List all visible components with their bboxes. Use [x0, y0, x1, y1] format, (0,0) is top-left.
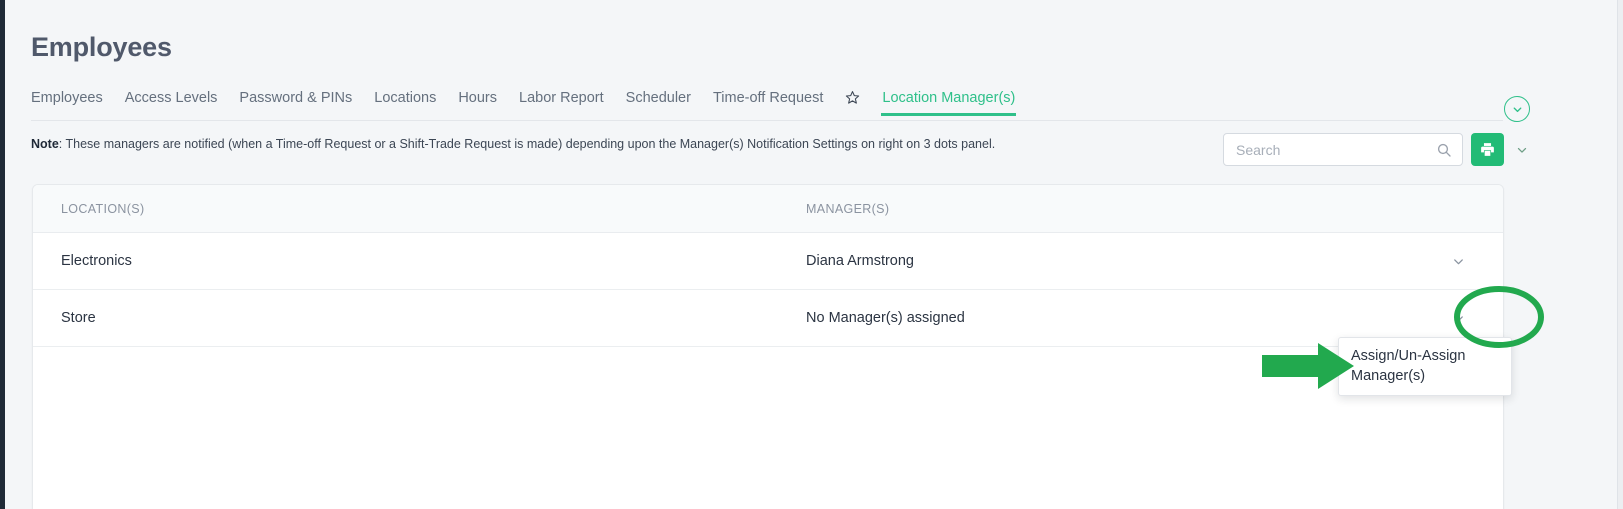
right-panel-edge [1618, 0, 1623, 509]
tab-password-pins[interactable]: Password & PINs [239, 90, 352, 115]
chevron-down-icon [1453, 315, 1463, 321]
search-icon[interactable] [1436, 142, 1462, 158]
table-empty-area [33, 347, 1503, 507]
cell-location: Electronics [61, 253, 132, 269]
note-text: Note: These managers are notified (when … [31, 137, 995, 151]
chevron-down-icon [1513, 106, 1521, 112]
chevron-down-icon [1453, 258, 1463, 264]
tab-employees[interactable]: Employees [31, 90, 103, 115]
expand-panel-button[interactable] [1504, 96, 1530, 122]
tab-scheduler[interactable]: Scheduler [626, 90, 691, 115]
row-context-menu: Assign/Un-Assign Manager(s) [1338, 337, 1512, 396]
page-container: Employees Employees Access Levels Passwo… [5, 0, 1618, 509]
tab-hours[interactable]: Hours [458, 90, 497, 115]
page-title: Employees [31, 32, 172, 62]
locations-table-card: LOCATION(S) MANAGER(S) Electronics Diana… [32, 184, 1504, 509]
tab-labor-report[interactable]: Labor Report [519, 90, 604, 115]
chevron-down-icon [1517, 147, 1527, 153]
row-menu-button[interactable] [1413, 311, 1503, 326]
tab-access-levels[interactable]: Access Levels [125, 90, 218, 115]
star-icon[interactable] [845, 90, 860, 105]
note-label: Note [31, 137, 59, 151]
tab-favorite-star[interactable] [845, 90, 860, 114]
note-body: : These managers are notified (when a Ti… [58, 137, 996, 151]
column-header-managers: MANAGER(S) [806, 201, 890, 216]
tab-locations[interactable]: Locations [374, 90, 436, 115]
search-box[interactable] [1223, 133, 1463, 166]
column-header-locations: LOCATION(S) [61, 201, 145, 216]
screen-root: Employees Employees Access Levels Passwo… [0, 0, 1623, 509]
tab-time-off-request[interactable]: Time-off Request [713, 90, 823, 115]
table-row[interactable]: Electronics Diana Armstrong [33, 233, 1503, 290]
table-row[interactable]: Store No Manager(s) assigned [33, 290, 1503, 347]
table-header-row: LOCATION(S) MANAGER(S) [33, 185, 1503, 233]
cell-manager: Diana Armstrong [806, 253, 914, 269]
search-input[interactable] [1224, 134, 1436, 165]
tab-bar: Employees Access Levels Password & PINs … [31, 90, 1503, 121]
toolbar-more-caret[interactable] [1512, 140, 1532, 160]
print-button[interactable] [1471, 133, 1504, 166]
tab-location-managers[interactable]: Location Manager(s) [881, 90, 1017, 116]
row-menu-button[interactable] [1413, 254, 1503, 269]
cell-manager: No Manager(s) assigned [806, 310, 965, 326]
cell-location: Store [61, 310, 96, 326]
print-icon [1481, 143, 1494, 156]
menu-item-assign-unassign-managers[interactable]: Assign/Un-Assign Manager(s) [1339, 346, 1511, 386]
